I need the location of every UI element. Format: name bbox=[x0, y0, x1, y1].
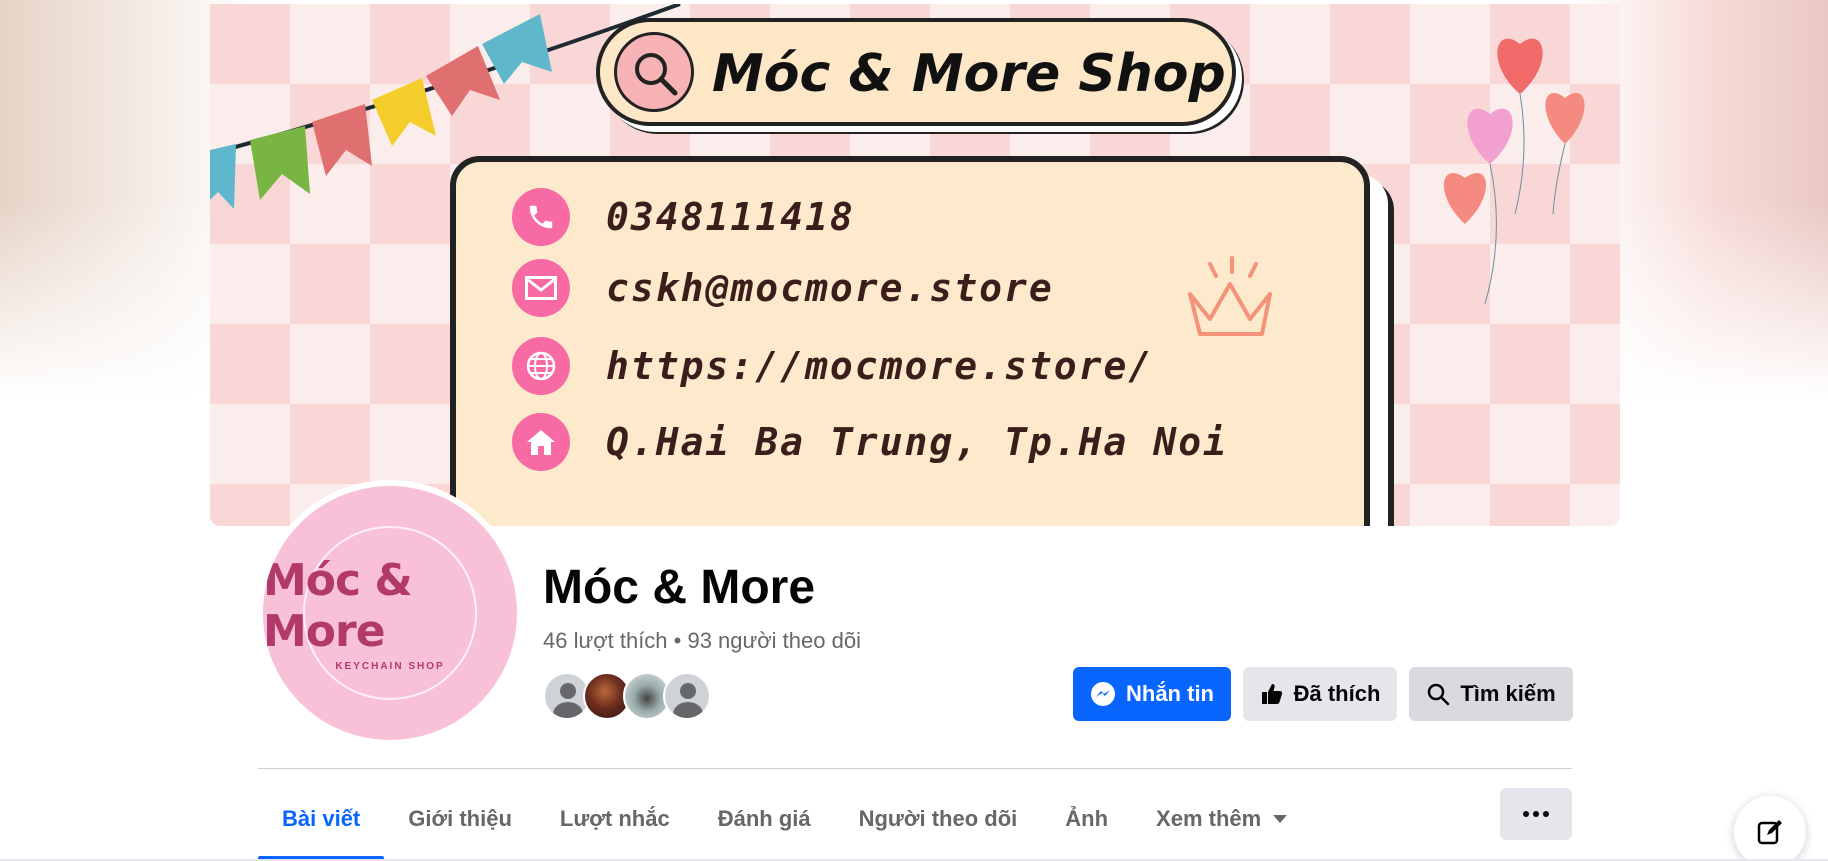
magnifier-icon bbox=[614, 32, 694, 112]
tab-about[interactable]: Giới thiệu bbox=[384, 778, 536, 860]
facebook-page-header: Móc & More Shop 0348111418 cskh@mocmore.… bbox=[0, 0, 1828, 861]
more-options-button[interactable] bbox=[1500, 788, 1572, 840]
follower-avatars[interactable] bbox=[543, 672, 711, 720]
balloon-hearts-decoration bbox=[1443, 38, 1585, 305]
search-icon bbox=[1428, 683, 1450, 706]
dot-icon bbox=[1523, 811, 1529, 817]
contact-email: cskh@mocmore.store bbox=[606, 266, 1054, 310]
tab-label: Lượt nhắc bbox=[559, 806, 670, 831]
contact-address: Q.Hai Ba Trung, Tp.Ha Noi bbox=[606, 420, 1228, 464]
tab-mentions[interactable]: Lượt nhắc bbox=[536, 778, 694, 860]
shop-title-banner: Móc & More Shop bbox=[596, 18, 1236, 126]
new-message-button[interactable] bbox=[1734, 796, 1806, 861]
contact-phone: 0348111418 bbox=[606, 195, 855, 239]
tab-posts[interactable]: Bài viết bbox=[258, 778, 385, 860]
search-button-label: Tìm kiếm bbox=[1460, 681, 1556, 706]
tab-label: Bài viết bbox=[282, 806, 361, 831]
messenger-icon bbox=[1091, 682, 1115, 706]
crown-decoration bbox=[1188, 256, 1272, 336]
follower-avatar[interactable] bbox=[663, 672, 711, 720]
tab-more[interactable]: Xem thêm bbox=[1132, 778, 1311, 860]
avatar-logo: Móc & More bbox=[263, 554, 413, 657]
tab-label: Xem thêm bbox=[1156, 806, 1262, 831]
shop-title: Móc & More Shop bbox=[712, 44, 1226, 104]
tab-label: Người theo dõi bbox=[858, 806, 1018, 831]
liked-button-label: Đã thích bbox=[1293, 681, 1381, 706]
contact-row-address: Q.Hai Ba Trung, Tp.Ha Noi bbox=[512, 412, 1228, 472]
page-avatar[interactable]: Móc & More KEYCHAIN SHOP bbox=[257, 480, 523, 746]
page-title: Móc & More bbox=[543, 561, 816, 614]
avatar-subtitle: KEYCHAIN SHOP bbox=[335, 660, 445, 672]
page-tabs: Bài viết Giới thiệu Lượt nhắc Đánh giá N… bbox=[258, 778, 1311, 860]
contact-row-website: https://mocmore.store/ bbox=[512, 336, 1153, 396]
page-stats[interactable]: 46 lượt thích • 93 người theo dõi bbox=[543, 628, 861, 654]
tab-label: Ảnh bbox=[1065, 806, 1109, 831]
contact-row-phone: 0348111418 bbox=[512, 187, 855, 247]
liked-button[interactable]: Đã thích bbox=[1243, 667, 1397, 721]
tab-reviews[interactable]: Đánh giá bbox=[694, 778, 835, 860]
home-icon bbox=[512, 413, 570, 471]
mail-icon bbox=[512, 259, 570, 317]
dot-icon bbox=[1543, 811, 1549, 817]
globe-icon bbox=[512, 337, 570, 395]
tab-photos[interactable]: Ảnh bbox=[1041, 778, 1132, 860]
chevron-down-icon bbox=[1273, 815, 1288, 823]
tab-followers[interactable]: Người theo dõi bbox=[835, 778, 1042, 860]
contact-row-email: cskh@mocmore.store bbox=[512, 258, 1054, 318]
search-button[interactable]: Tìm kiếm bbox=[1409, 667, 1573, 721]
tab-label: Giới thiệu bbox=[408, 806, 512, 831]
compose-icon bbox=[1757, 820, 1782, 845]
avatar-image: Móc & More KEYCHAIN SHOP bbox=[263, 486, 517, 740]
cover-photo[interactable]: Móc & More Shop 0348111418 cskh@mocmore.… bbox=[210, 4, 1620, 526]
contact-website: https://mocmore.store/ bbox=[606, 344, 1154, 388]
message-button[interactable]: Nhắn tin bbox=[1073, 667, 1231, 721]
tabs-divider bbox=[258, 768, 1572, 769]
message-button-label: Nhắn tin bbox=[1126, 681, 1214, 706]
thumbs-up-icon bbox=[1261, 684, 1282, 704]
phone-icon bbox=[512, 188, 570, 246]
tab-label: Đánh giá bbox=[717, 806, 811, 831]
dot-icon bbox=[1533, 811, 1539, 817]
